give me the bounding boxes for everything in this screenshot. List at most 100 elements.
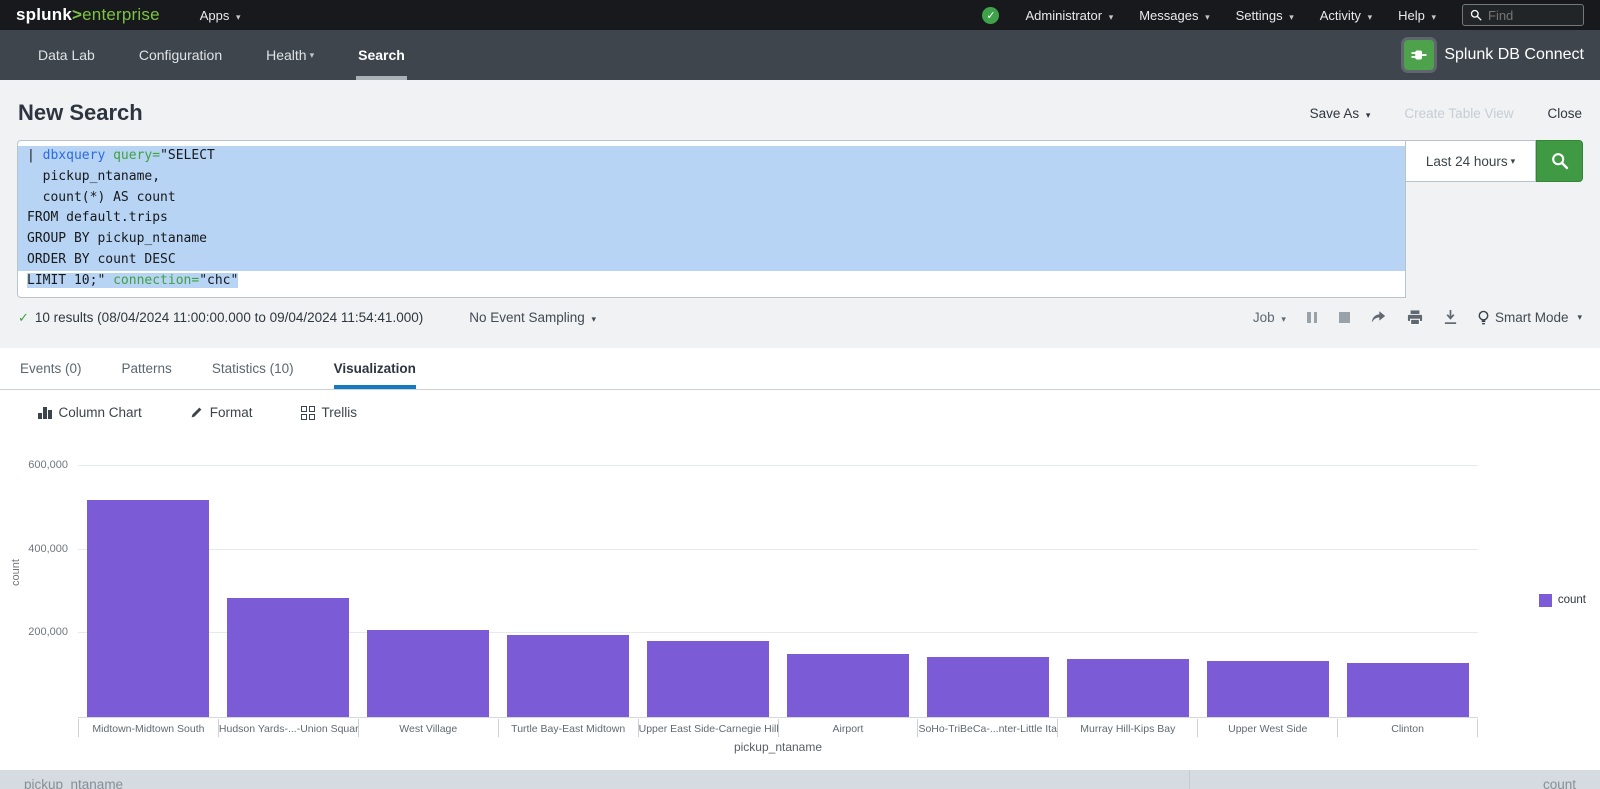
trellis-button[interactable]: Trellis: [301, 405, 358, 420]
event-sampling-dropdown[interactable]: No Event Sampling ▾: [469, 310, 596, 325]
caret-down-icon: ▾: [1511, 156, 1516, 167]
menu-messages-label: Messages: [1139, 8, 1198, 23]
menu-activity-label: Activity: [1320, 8, 1361, 23]
visualization-toolbar: Column Chart Format Trellis: [0, 390, 1600, 436]
nav-data-lab-label: Data Lab: [38, 47, 95, 63]
plot-area: 200,000400,000600,000: [78, 448, 1478, 718]
apps-menu[interactable]: Apps ▾: [200, 8, 241, 23]
bar-SoHo-TriBeCa-...nter-Little Italy[interactable]: [927, 657, 1049, 717]
caret-down-icon: ▾: [1431, 12, 1436, 22]
logo-enterprise: enterprise: [82, 5, 160, 24]
x-axis-labels: Midtown-Midtown SouthHudson Yards-...-Un…: [78, 719, 1478, 737]
bar-Airport[interactable]: [787, 654, 909, 716]
bar-West Village[interactable]: [367, 630, 489, 716]
find-search-box[interactable]: [1462, 4, 1584, 26]
job-menu-label: Job: [1253, 310, 1275, 325]
column-chart: count 200,000400,000600,000 Midtown-Midt…: [0, 436, 1600, 763]
chart-type-picker[interactable]: Column Chart: [38, 405, 142, 420]
bar-Midtown-Midtown South[interactable]: [87, 500, 209, 717]
x-axis-title: pickup_ntaname: [78, 740, 1478, 754]
table-header-pickup-ntaname[interactable]: pickup_ntaname: [0, 770, 1190, 789]
legend-swatch: [1539, 594, 1552, 607]
tab-statistics[interactable]: Statistics (10): [212, 348, 294, 389]
x-tick-label: Hudson Yards-...-Union Square: [219, 719, 359, 737]
menu-settings[interactable]: Settings ▾: [1236, 8, 1294, 23]
table-header-count[interactable]: count: [1190, 770, 1600, 789]
menu-help-label: Help: [1398, 8, 1425, 23]
search-mode-dropdown[interactable]: Smart Mode ▾: [1478, 310, 1582, 325]
nav-item-health[interactable]: Health ▾: [244, 30, 336, 80]
nav-item-data-lab[interactable]: Data Lab: [16, 30, 117, 80]
caret-down-icon: ▾: [1577, 312, 1582, 323]
time-range-picker[interactable]: Last 24 hours ▾: [1406, 140, 1536, 182]
caret-down-icon: ▾: [310, 50, 315, 61]
caret-down-icon: ▾: [1281, 314, 1286, 324]
caret-down-icon: ▾: [236, 12, 241, 22]
search-mode-label: Smart Mode: [1495, 310, 1569, 325]
pause-job-icon[interactable]: [1306, 312, 1319, 323]
format-button[interactable]: Format: [190, 405, 253, 420]
menu-messages[interactable]: Messages ▾: [1139, 8, 1209, 23]
results-summary: 10 results (08/04/2024 11:00:00.000 to 0…: [35, 310, 423, 325]
create-table-view-button[interactable]: Create Table View: [1404, 106, 1513, 121]
nav-item-search[interactable]: Search: [336, 30, 427, 80]
menu-activity[interactable]: Activity ▾: [1320, 8, 1372, 23]
legend-item-count[interactable]: count: [1539, 594, 1586, 607]
bar-Turtle Bay-East Midtown[interactable]: [507, 635, 629, 716]
print-icon[interactable]: [1407, 310, 1423, 325]
format-label: Format: [210, 405, 253, 420]
splunk-logo: splunk>enterprise: [16, 5, 160, 25]
x-tick-label: Clinton: [1338, 719, 1478, 737]
tab-statistics-label: Statistics (10): [212, 361, 294, 376]
pencil-icon: [190, 406, 203, 419]
find-input[interactable]: [1488, 8, 1568, 23]
apps-menu-label: Apps: [200, 8, 230, 23]
query-line-6: ORDER BY count DESC: [18, 250, 1405, 271]
tab-visualization[interactable]: Visualization: [334, 348, 416, 389]
menu-administrator-label: Administrator: [1025, 8, 1102, 23]
x-tick-label: Midtown-Midtown South: [78, 719, 219, 737]
legend-label: count: [1558, 594, 1586, 606]
bar-Hudson Yards-...-Union Square[interactable]: [227, 598, 349, 716]
page-title: New Search: [18, 100, 143, 126]
search-query-editor[interactable]: | dbxquery query="SELECT pickup_ntaname,…: [17, 140, 1406, 298]
export-icon[interactable]: [1443, 310, 1458, 325]
query-line-4: FROM default.trips: [18, 208, 1405, 229]
top-bar: splunk>enterprise Apps ▾ ✓ Administrator…: [0, 0, 1600, 30]
x-tick-label: Murray Hill-Kips Bay: [1058, 719, 1198, 737]
search-icon: [1550, 151, 1570, 171]
tab-patterns-label: Patterns: [122, 361, 172, 376]
x-tick-label: Turtle Bay-East Midtown: [499, 719, 639, 737]
db-connect-plug-icon: [1404, 40, 1434, 70]
caret-down-icon: ▾: [1368, 12, 1373, 22]
save-as-button[interactable]: Save As ▾: [1310, 106, 1371, 121]
active-nav-indicator: [356, 76, 407, 80]
search-button[interactable]: [1536, 140, 1583, 182]
query-line-1: | dbxquery query="SELECT: [18, 146, 1405, 167]
app-title: Splunk DB Connect: [1444, 46, 1584, 64]
menu-help[interactable]: Help ▾: [1398, 8, 1436, 23]
query-line-3: count(*) AS count: [18, 188, 1405, 209]
caret-down-icon: ▾: [1366, 110, 1371, 120]
health-status-icon[interactable]: ✓: [982, 7, 999, 24]
bar-Murray Hill-Kips Bay[interactable]: [1067, 659, 1189, 716]
bar-Clinton[interactable]: [1347, 663, 1469, 716]
close-button[interactable]: Close: [1547, 106, 1582, 121]
bar-Upper West Side[interactable]: [1207, 661, 1329, 717]
bar-Upper East Side-Carnegie Hill[interactable]: [647, 641, 769, 716]
tab-patterns[interactable]: Patterns: [122, 348, 172, 389]
tab-events[interactable]: Events (0): [20, 348, 82, 389]
menu-administrator[interactable]: Administrator ▾: [1025, 8, 1113, 23]
job-menu[interactable]: Job ▾: [1253, 310, 1286, 325]
y-axis-title: count: [10, 559, 22, 586]
nav-health-label: Health: [266, 47, 306, 63]
nav-item-configuration[interactable]: Configuration: [117, 30, 244, 80]
stop-job-icon[interactable]: [1339, 312, 1350, 323]
share-icon[interactable]: [1370, 310, 1387, 325]
trellis-icon: [301, 406, 315, 420]
results-tabs: Events (0) Patterns Statistics (10) Visu…: [0, 348, 1600, 390]
column-chart-icon: [38, 407, 52, 419]
results-check-icon: ✓: [18, 310, 29, 326]
query-line-2: pickup_ntaname,: [18, 167, 1405, 188]
tab-visualization-label: Visualization: [334, 361, 416, 376]
